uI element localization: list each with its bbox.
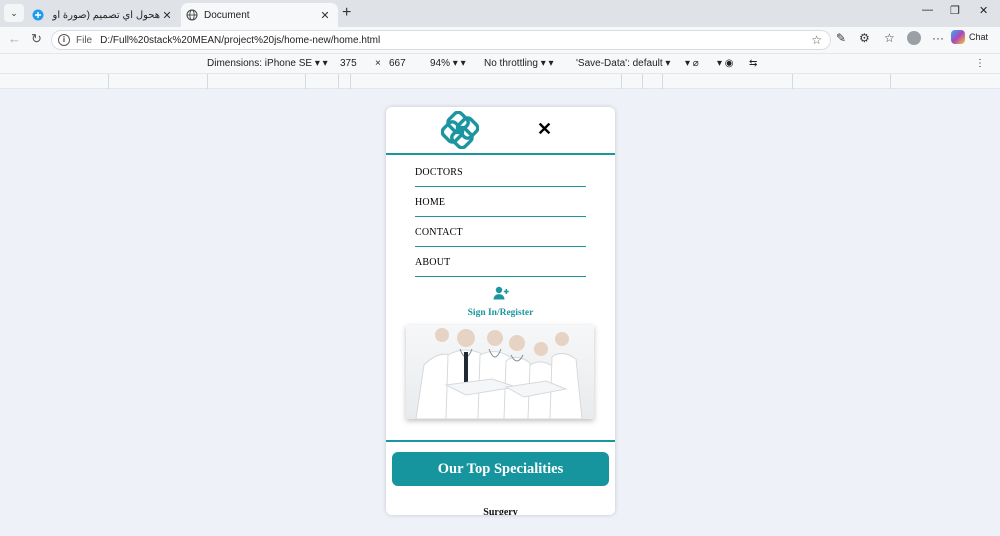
favorites-icon[interactable]: ☆: [884, 31, 895, 45]
throttling-label: No throttling: [484, 58, 538, 69]
profile-avatar[interactable]: [907, 31, 921, 45]
mobile-page: ✕ DOCTORS HOME CONTACT ABOUT Sign In/Reg…: [386, 107, 615, 515]
dimensions-label: Dimensions: iPhone SE: [207, 58, 313, 69]
extensions-icon[interactable]: ⚙: [859, 31, 870, 45]
restore-icon[interactable]: ❐: [950, 4, 960, 17]
info-icon[interactable]: i: [58, 34, 70, 46]
copilot-chat-button[interactable]: Chat: [951, 30, 988, 44]
chat-label: Chat: [969, 32, 989, 42]
throttling-select[interactable]: No throttling ▾ ▾: [484, 58, 554, 69]
tab-document[interactable]: Document ✕: [181, 3, 338, 27]
nav-about[interactable]: ABOUT: [415, 257, 586, 277]
zoom-select[interactable]: 94% ▾ ▾: [430, 58, 466, 69]
tab-figma-service[interactable]: هحول أي تصميم (صورة أو Figma) إ... ✕: [28, 3, 180, 27]
device-toolbar: Dimensions: iPhone SE ▾ ▾ 375 × 667 94% …: [0, 53, 1000, 73]
copilot-icon: [951, 30, 965, 44]
eyedropper-icon[interactable]: ✎: [836, 31, 846, 45]
save-data-select[interactable]: 'Save-Data': default ▾: [576, 58, 670, 69]
url-text[interactable]: D:/Full%20stack%20MEAN/project%20js/home…: [100, 35, 811, 46]
dimensions-select[interactable]: Dimensions: iPhone SE ▾ ▾: [207, 58, 328, 69]
top-specialities-button[interactable]: Our Top Specialities: [392, 452, 609, 486]
nav-contact[interactable]: CONTACT: [415, 227, 586, 247]
signin-register-link[interactable]: Sign In/Register: [386, 286, 615, 320]
doctors-illustration: [415, 328, 583, 419]
doctors-team-image: [406, 325, 594, 419]
devtools-more-icon[interactable]: ⋮: [975, 58, 985, 69]
vision-dropdown-icon[interactable]: ▾ ◉: [717, 58, 734, 69]
tab-title: Document: [204, 9, 250, 21]
tab-search-button[interactable]: ⌄: [4, 4, 24, 22]
speciality-item-label: Surgery: [483, 507, 518, 515]
zoom-label: 94%: [430, 58, 451, 69]
browser-toolbar: ← ↻ i File D:/Full%20stack%20MEAN/projec…: [0, 27, 1000, 53]
nav-doctors[interactable]: DOCTORS: [415, 167, 586, 187]
close-tab-icon[interactable]: ✕: [160, 9, 174, 22]
height-input[interactable]: 667: [389, 58, 406, 69]
rotate-icon[interactable]: ⇆: [749, 58, 757, 69]
media-query-ruler: [0, 73, 1000, 89]
star-icon[interactable]: ☆: [811, 33, 822, 47]
times-separator: ×: [375, 58, 381, 69]
tab-title: هحول أي تصميم (صورة أو Figma) إ...: [50, 9, 160, 21]
chevron-down-icon: ⌄: [10, 7, 18, 18]
reload-icon[interactable]: ↻: [31, 31, 42, 47]
sensor-dropdown-icon[interactable]: ▾ ⌀: [685, 58, 699, 69]
close-tab-icon[interactable]: ✕: [318, 9, 332, 22]
logo-icon[interactable]: [441, 111, 479, 149]
add-user-icon: [493, 286, 509, 300]
section-divider: [386, 440, 615, 442]
nav-home[interactable]: HOME: [415, 197, 586, 217]
back-icon[interactable]: ←: [8, 31, 21, 46]
more-options-icon[interactable]: ···: [932, 31, 944, 45]
signin-label: Sign In/Register: [467, 308, 534, 318]
new-tab-icon[interactable]: +: [342, 4, 351, 22]
save-data-label: 'Save-Data': default: [576, 58, 663, 69]
site-favicon-icon: [32, 9, 44, 21]
close-menu-icon[interactable]: ✕: [537, 119, 552, 140]
globe-icon: [186, 9, 198, 21]
close-window-icon[interactable]: ✕: [979, 4, 988, 17]
site-header: ✕: [386, 107, 615, 155]
tab-strip: ⌄ هحول أي تصميم (صورة أو Figma) إ... ✕ D…: [0, 0, 1000, 27]
minimize-icon[interactable]: —: [922, 4, 933, 16]
width-input[interactable]: 375: [340, 58, 357, 69]
address-bar[interactable]: i File D:/Full%20stack%20MEAN/project%20…: [51, 30, 831, 50]
emulated-viewport: ✕ DOCTORS HOME CONTACT ABOUT Sign In/Reg…: [0, 89, 1000, 536]
scheme-label: File: [76, 34, 93, 46]
